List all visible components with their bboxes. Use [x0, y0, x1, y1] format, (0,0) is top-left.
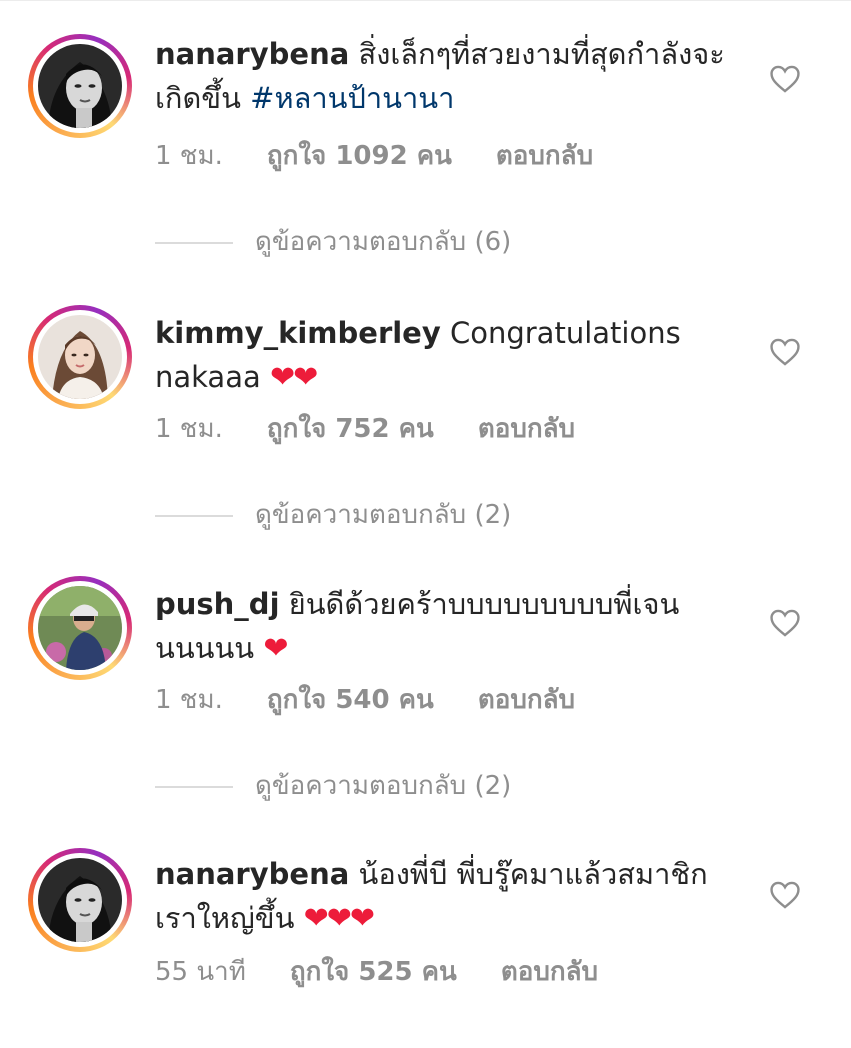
avatar[interactable]: [38, 858, 122, 942]
comment-likes[interactable]: ถูกใจ 540 คน: [267, 685, 434, 715]
comment-username[interactable]: nanarybena: [155, 857, 349, 891]
comment-time: 1 ชม.: [155, 414, 223, 444]
comment-item: nanarybena น้องพี่บี พี่บรู๊คมาแล้วสมาชิ…: [0, 848, 851, 1048]
view-replies-label: ดูข้อความตอบกลับ (2): [255, 771, 512, 801]
comment-text: kimmy_kimberley Congratulations nakaaa ❤…: [155, 311, 745, 400]
avatar-story-ring[interactable]: [28, 34, 132, 138]
comment-hashtag[interactable]: #หลานป้านานา: [250, 81, 454, 115]
heart-outline-icon[interactable]: [768, 335, 802, 369]
comment-likes[interactable]: ถูกใจ 752 คน: [267, 414, 434, 444]
comment-time: 1 ชม.: [155, 685, 223, 715]
heart-outline-icon[interactable]: [768, 606, 802, 640]
heart-outline-icon[interactable]: [768, 62, 802, 96]
comment-likes[interactable]: ถูกใจ 525 คน: [290, 957, 457, 987]
view-replies-button[interactable]: ดูข้อความตอบกลับ (2): [155, 495, 511, 535]
replies-divider: [155, 785, 233, 788]
comment-text: nanarybena น้องพี่บี พี่บรู๊คมาแล้วสมาชิ…: [155, 852, 745, 941]
view-replies-button[interactable]: ดูข้อความตอบกลับ (6): [155, 222, 511, 262]
comment-text: nanarybena สิ่งเล็กๆที่สวยงามที่สุดกำลัง…: [155, 32, 745, 120]
comment-meta: 55 นาที ถูกใจ 525 คน ตอบกลับ: [155, 952, 642, 992]
comment-username[interactable]: nanarybena: [155, 37, 349, 71]
reply-button[interactable]: ตอบกลับ: [478, 414, 575, 444]
heart-emoji: ❤❤: [269, 360, 318, 395]
reply-button[interactable]: ตอบกลับ: [478, 685, 575, 715]
comment-username[interactable]: push_dj: [155, 587, 280, 621]
avatar[interactable]: [38, 315, 122, 399]
comment-meta: 1 ชม. ถูกใจ 752 คน ตอบกลับ: [155, 409, 619, 449]
replies-divider: [155, 241, 233, 244]
comment-meta: 1 ชม. ถูกใจ 1092 คน ตอบกลับ: [155, 136, 637, 176]
heart-emoji: ❤: [263, 631, 288, 666]
comment-item: kimmy_kimberley Congratulations nakaaa ❤…: [0, 305, 851, 530]
avatar-story-ring[interactable]: [28, 305, 132, 409]
comment-meta: 1 ชม. ถูกใจ 540 คน ตอบกลับ: [155, 680, 619, 720]
comment-time: 1 ชม.: [155, 141, 223, 171]
heart-emoji: ❤❤❤: [303, 901, 375, 936]
avatar-story-ring[interactable]: [28, 848, 132, 952]
avatar[interactable]: [38, 586, 122, 670]
reply-button[interactable]: ตอบกลับ: [501, 957, 598, 987]
replies-divider: [155, 514, 233, 517]
view-replies-label: ดูข้อความตอบกลับ (6): [255, 227, 512, 257]
comment-item: nanarybena สิ่งเล็กๆที่สวยงามที่สุดกำลัง…: [0, 32, 851, 257]
comment-time: 55 นาที: [155, 957, 246, 987]
view-replies-label: ดูข้อความตอบกลับ (2): [255, 500, 512, 530]
reply-button[interactable]: ตอบกลับ: [496, 141, 593, 171]
comment-username[interactable]: kimmy_kimberley: [155, 316, 441, 350]
comment-item: push_dj ยินดีด้วยคร้าบบบบบบบบบพี่เจนนนนน…: [0, 576, 851, 801]
heart-outline-icon[interactable]: [768, 878, 802, 912]
avatar-story-ring[interactable]: [28, 576, 132, 680]
comment-text: push_dj ยินดีด้วยคร้าบบบบบบบบบพี่เจนนนนน…: [155, 582, 745, 671]
avatar[interactable]: [38, 44, 122, 128]
comment-likes[interactable]: ถูกใจ 1092 คน: [267, 141, 452, 171]
top-divider: [0, 0, 851, 1]
view-replies-button[interactable]: ดูข้อความตอบกลับ (2): [155, 766, 511, 806]
